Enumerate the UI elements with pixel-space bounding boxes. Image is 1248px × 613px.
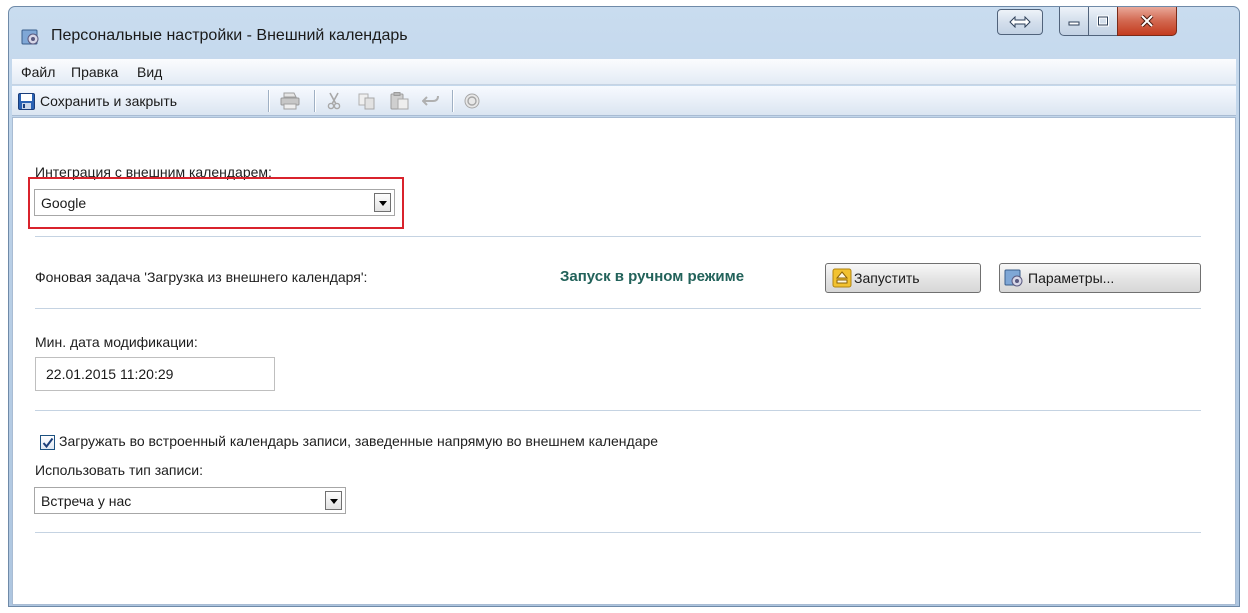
- menu-file[interactable]: Файл: [21, 64, 55, 80]
- cut-button[interactable]: [327, 91, 341, 111]
- scissors-icon: [327, 92, 341, 110]
- start-button[interactable]: Запустить: [825, 263, 981, 293]
- paste-button[interactable]: [390, 91, 410, 111]
- record-type-select[interactable]: Встреча у нас: [34, 487, 346, 514]
- divider: [35, 532, 1201, 533]
- import-records-label[interactable]: Загружать во встроенный календарь записи…: [59, 433, 658, 449]
- paste-icon: [390, 92, 409, 110]
- settings-panel: Интеграция с внешним календарем: Google …: [12, 117, 1236, 605]
- divider: [35, 410, 1201, 411]
- modification-date-field[interactable]: 22.01.2015 11:20:29: [35, 357, 275, 391]
- floppy-disk-icon: [18, 92, 35, 110]
- divider: [35, 236, 1201, 237]
- print-button[interactable]: [280, 91, 300, 111]
- menu-edit[interactable]: Правка: [71, 64, 118, 80]
- parameters-button-label: Параметры...: [1028, 270, 1115, 286]
- app-gear-icon: [21, 27, 41, 47]
- parameters-button[interactable]: Параметры...: [999, 263, 1201, 293]
- integration-select[interactable]: Google: [34, 189, 395, 216]
- window-title: Персональные настройки - Внешний календа…: [51, 27, 408, 44]
- settings-window: Персональные настройки - Внешний календа…: [8, 6, 1240, 607]
- integration-selected-value: Google: [41, 195, 87, 211]
- toolbar-separator: [314, 90, 315, 112]
- close-button[interactable]: [1117, 7, 1177, 36]
- toolbar: Сохранить и закрыть: [12, 86, 1236, 116]
- modification-date-value: 22.01.2015 11:20:29: [46, 366, 174, 382]
- minimize-button[interactable]: [1059, 7, 1089, 36]
- settings-gear-icon: [1004, 269, 1023, 287]
- divider: [35, 308, 1201, 309]
- help-icon: [464, 93, 480, 109]
- maximize-button[interactable]: [1088, 7, 1118, 36]
- modification-date-label: Мин. дата модификации:: [35, 334, 198, 350]
- menu-bar: Файл Правка Вид: [12, 59, 1236, 85]
- toolbar-separator: [268, 90, 269, 112]
- record-type-selected-value: Встреча у нас: [41, 493, 132, 509]
- close-icon: [1140, 15, 1154, 27]
- copy-icon: [358, 93, 375, 109]
- dropdown-arrow-icon[interactable]: [325, 491, 342, 510]
- help-button[interactable]: [464, 91, 480, 111]
- start-button-label: Запустить: [854, 270, 920, 286]
- undo-icon: [422, 95, 439, 106]
- menu-view[interactable]: Вид: [137, 64, 162, 80]
- maximize-icon: [1097, 15, 1109, 27]
- double-arrow-icon: [1009, 16, 1031, 28]
- resize-toggle-button[interactable]: [997, 9, 1043, 35]
- printer-icon: [280, 92, 300, 110]
- start-icon: [832, 268, 852, 288]
- import-records-checkbox[interactable]: [40, 435, 55, 450]
- checkmark-icon: [42, 437, 54, 449]
- copy-button[interactable]: [358, 91, 376, 111]
- save-and-close-label: Сохранить и закрыть: [40, 93, 178, 109]
- undo-button[interactable]: [422, 91, 440, 111]
- task-status-text: Запуск в ручном режиме: [560, 268, 745, 285]
- dropdown-arrow-icon[interactable]: [374, 193, 391, 212]
- title-bar[interactable]: Персональные настройки - Внешний календа…: [9, 7, 1239, 59]
- minimize-icon: [1068, 21, 1080, 26]
- background-task-label: Фоновая задача 'Загрузка из внешнего кал…: [35, 269, 368, 285]
- toolbar-separator: [452, 90, 453, 112]
- save-and-close-button[interactable]: Сохранить и закрыть: [18, 91, 177, 111]
- record-type-label: Использовать тип записи:: [35, 462, 204, 478]
